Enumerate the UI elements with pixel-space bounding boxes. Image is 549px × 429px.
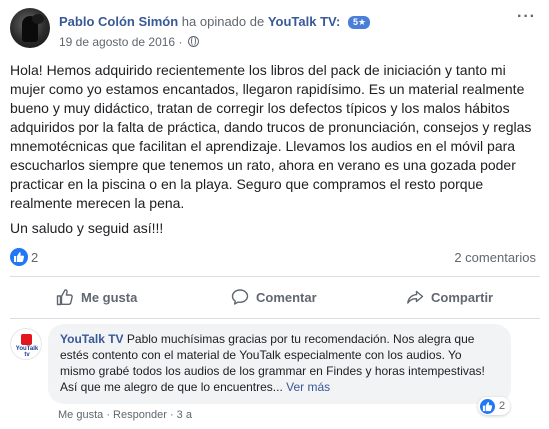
post-date-link[interactable]: 19 de agosto de 2016 ·: [59, 35, 182, 49]
review-verb: ha opinado de: [181, 14, 265, 29]
reaction-count[interactable]: 2: [31, 250, 38, 265]
see-more-link[interactable]: Ver más: [286, 380, 330, 394]
reply-meta: Me gusta · Responder · 3 a: [58, 409, 192, 421]
author-avatar[interactable]: [10, 8, 50, 48]
divider: [10, 318, 540, 319]
like-reaction-icon: [480, 398, 495, 414]
reply-comment-bubble: YouTalk TV Pablo muchísimas gracias por …: [48, 324, 511, 404]
reply-text: Pablo muchísimas gracias por tu recomend…: [60, 332, 485, 394]
globe-icon: [187, 36, 199, 47]
reply-age[interactable]: 3 a: [177, 409, 192, 421]
reply-author-link[interactable]: YouTalk TV: [60, 332, 124, 346]
page-avatar-logo-text: YouTalk tv: [15, 346, 39, 358]
thumbs-up-icon: [56, 289, 73, 306]
author-name-link[interactable]: Pablo Colón Simón: [59, 14, 178, 29]
page-avatar[interactable]: YouTalk tv: [10, 328, 42, 360]
like-button-label: Me gusta: [81, 289, 138, 305]
youtalk-logo-icon: [21, 334, 32, 345]
post-body: Hola! Hemos adquirido recientemente los …: [10, 61, 540, 244]
post-title-line: Pablo Colón Simón ha opinado de YouTalk …: [59, 14, 371, 29]
reply-like-link[interactable]: Me gusta: [58, 409, 103, 421]
meta-separator: ·: [169, 409, 174, 421]
more-options-button[interactable]: ···: [517, 9, 536, 25]
page-name-link[interactable]: YouTalk TV:: [268, 14, 340, 29]
post-meta: 19 de agosto de 2016 ·: [59, 35, 199, 49]
rating-badge: 5★: [347, 16, 371, 29]
share-button-label: Compartir: [431, 289, 494, 305]
reply-reaction-badge[interactable]: 2: [478, 397, 511, 415]
share-button[interactable]: Compartir: [406, 280, 493, 314]
review-post: Pablo Colón Simón ha opinado de YouTalk …: [0, 0, 549, 429]
meta-separator: ·: [106, 409, 110, 421]
post-body-paragraph: Hola! Hemos adquirido recientemente los …: [10, 62, 532, 211]
reply-reply-link[interactable]: Responder: [113, 409, 167, 421]
share-icon: [407, 290, 424, 304]
reactions-bar: 2 2 comentarios: [10, 248, 540, 268]
post-header: Pablo Colón Simón ha opinado de YouTalk …: [10, 4, 540, 50]
avatar-silhouette-hat: [32, 14, 44, 24]
divider: [10, 276, 540, 277]
post-body-paragraph: Un saludo y seguid así!!!: [10, 220, 164, 236]
comment-count-link[interactable]: 2 comentarios: [454, 250, 536, 265]
comment-button-label: Comentar: [256, 289, 317, 305]
reply-reaction-count: 2: [499, 400, 506, 412]
post-actions: Me gusta Comentar Compartir: [10, 280, 540, 314]
like-reaction-icon[interactable]: [10, 248, 28, 266]
comment-button[interactable]: Comentar: [231, 280, 317, 314]
comment-icon: [231, 289, 249, 305]
like-button[interactable]: Me gusta: [56, 280, 137, 314]
